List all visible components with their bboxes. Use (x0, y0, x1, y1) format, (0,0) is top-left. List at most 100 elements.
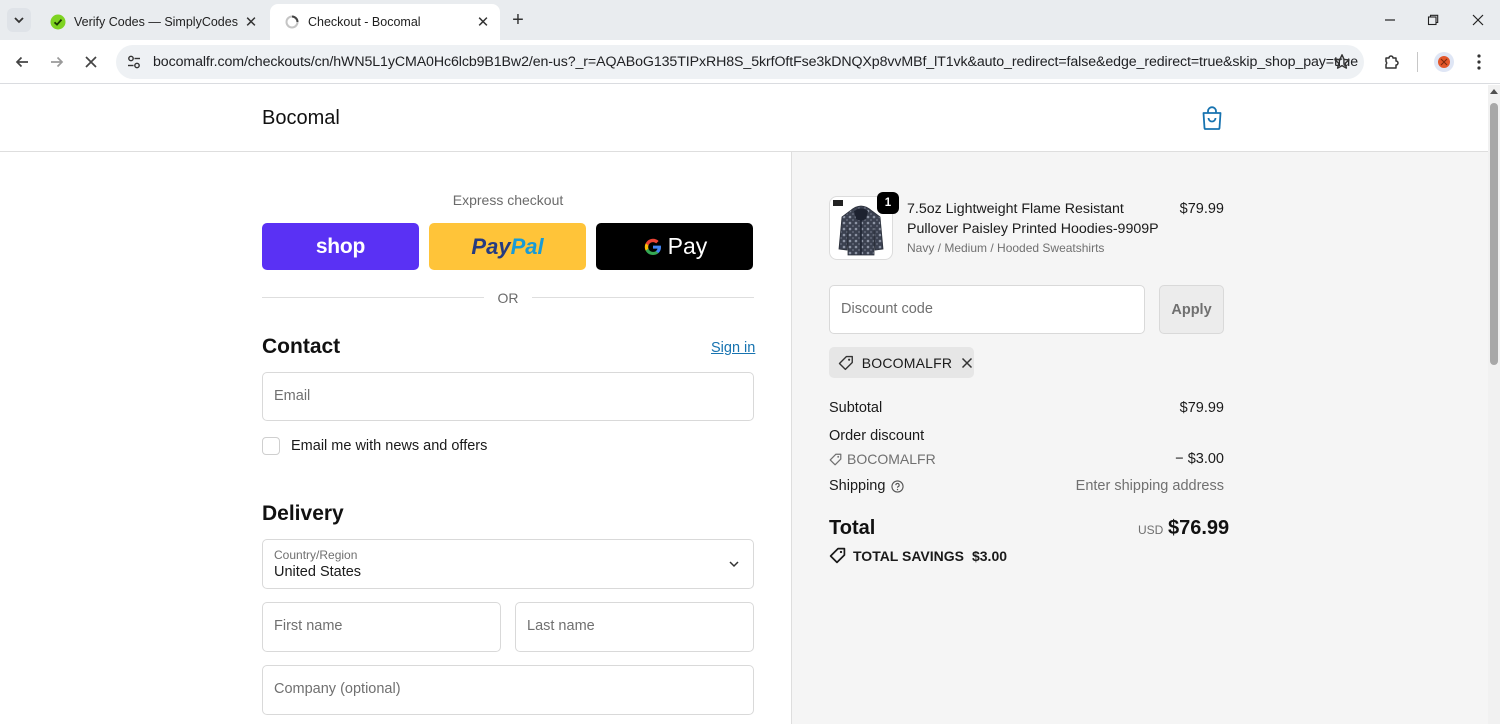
total-savings-value: $3.00 (971, 547, 1008, 564)
restore-window-button[interactable] (1413, 6, 1453, 34)
total-savings-label: TOTAL SAVINGS (853, 547, 964, 564)
newsletter-label: Email me with news and offers (291, 438, 488, 454)
page-scrollbar[interactable] (1488, 85, 1500, 724)
subtotal-value: $79.99 (1179, 400, 1224, 416)
profile-avatar[interactable] (1432, 50, 1456, 74)
scrollbar-thumb[interactable] (1490, 103, 1498, 365)
email-placeholder: Email (274, 388, 311, 404)
product-price: $79.99 (1179, 201, 1224, 217)
newsletter-option[interactable]: Email me with news and offers (262, 436, 487, 456)
tag-icon (838, 355, 853, 370)
first-name-field[interactable]: First name (262, 602, 501, 652)
close-icon (85, 56, 97, 68)
tab-title: Checkout - Bocomal (308, 15, 421, 29)
close-icon (962, 357, 973, 368)
close-window-button[interactable] (1458, 6, 1498, 34)
paypal-label-pay: Pay (471, 233, 511, 259)
order-discount-value: − $3.00 (1175, 451, 1224, 467)
product-variant: Navy / Medium / Hooded Sweatshirts (907, 241, 1105, 255)
company-field[interactable]: Company (optional) (262, 665, 754, 715)
country-value: United States (274, 564, 362, 580)
close-tab-icon[interactable]: ✕ (472, 11, 494, 33)
shipping-label-row: Shipping (829, 478, 905, 494)
total-value: $76.99 (1168, 517, 1230, 539)
loading-spinner-icon (284, 14, 300, 30)
google-pay-button[interactable]: Pay (596, 223, 753, 270)
checkout-page: Bocomal Express checkout shop Pay Pal Pay… (0, 85, 1488, 724)
applied-discount-code: BOCOMALFR (861, 354, 953, 371)
email-field[interactable]: Email (262, 372, 754, 421)
sign-in-link[interactable]: Sign in (711, 340, 755, 356)
scroll-up-arrow-icon[interactable] (1490, 89, 1498, 94)
minimize-window-button[interactable] (1370, 6, 1410, 34)
contact-heading: Contact (262, 335, 341, 358)
apply-discount-button[interactable]: Apply (1159, 285, 1224, 334)
paypal-button[interactable]: Pay Pal (429, 223, 586, 270)
browser-tab-simplycodes[interactable]: Verify Codes — SimplyCodes ✕ (36, 4, 268, 40)
applied-discount-chip: BOCOMALFR (829, 347, 974, 378)
shipping-label: Shipping (829, 478, 886, 494)
first-name-placeholder: First name (274, 618, 343, 634)
subtotal-label: Subtotal (829, 400, 883, 416)
browser-tab-checkout[interactable]: Checkout - Bocomal ✕ (270, 4, 500, 40)
toolbar-divider (1417, 52, 1418, 72)
url-text: bocomalfr.com/checkouts/cn/hWN5L1yCMA0Hc… (153, 54, 1359, 70)
address-bar[interactable]: bocomalfr.com/checkouts/cn/hWN5L1yCMA0Hc… (116, 45, 1364, 79)
remove-discount-button[interactable] (960, 356, 974, 370)
back-button[interactable] (8, 48, 36, 76)
order-discount-code: BOCOMALFR (847, 451, 936, 467)
discount-code-input[interactable]: Discount code (829, 285, 1145, 334)
minimize-icon (1385, 19, 1395, 21)
delivery-heading: Delivery (262, 502, 344, 525)
paypal-label-pal: Pal (510, 233, 544, 259)
simplycodes-favicon-icon (50, 14, 66, 30)
store-logo[interactable]: Bocomal (262, 107, 340, 130)
or-divider: OR (262, 288, 754, 308)
product-name: 7.5oz Lightweight Flame Resistant Pullov… (907, 201, 1159, 237)
last-name-placeholder: Last name (527, 618, 595, 634)
google-pay-label: Pay (667, 233, 708, 259)
restore-icon (1427, 14, 1439, 26)
total-label: Total (829, 517, 876, 539)
stop-loading-button[interactable] (77, 48, 105, 76)
help-circle-icon[interactable] (891, 479, 905, 493)
avatar-icon (1434, 52, 1454, 72)
google-g-icon (644, 238, 661, 255)
browser-menu-button[interactable] (1467, 50, 1491, 74)
chevron-down-icon (14, 17, 24, 24)
country-label: Country/Region (274, 548, 358, 562)
quantity-badge: 1 (877, 192, 899, 214)
tag-icon (829, 547, 846, 564)
tab-title: Verify Codes — SimplyCodes (74, 15, 238, 29)
shopping-bag-icon[interactable] (1200, 105, 1224, 131)
arrow-left-icon (15, 56, 28, 68)
shop-pay-button[interactable]: shop (262, 223, 419, 270)
or-label: OR (497, 290, 519, 306)
shipping-value: Enter shipping address (1075, 478, 1224, 494)
chevron-down-icon (729, 561, 739, 568)
forward-button[interactable] (43, 48, 71, 76)
more-vertical-icon (1477, 54, 1481, 70)
tag-icon (829, 453, 842, 465)
close-tab-icon[interactable]: ✕ (240, 11, 262, 33)
extensions-button[interactable] (1380, 50, 1404, 74)
tab-search-button[interactable] (7, 8, 31, 32)
arrow-right-icon (51, 56, 64, 68)
company-placeholder: Company (optional) (274, 681, 401, 697)
total-currency: USD (1138, 523, 1164, 537)
new-tab-button[interactable]: + (506, 8, 530, 32)
bookmark-star-icon[interactable] (1332, 52, 1352, 72)
shop-pay-label: shop (315, 234, 366, 258)
site-settings-icon[interactable] (124, 52, 144, 72)
total-savings-row: TOTAL SAVINGS $3.00 (829, 547, 1007, 564)
close-icon (1472, 14, 1484, 26)
puzzle-icon (1385, 55, 1399, 69)
country-select[interactable]: Country/Region United States (262, 539, 754, 589)
newsletter-checkbox[interactable] (262, 437, 280, 455)
browser-toolbar: bocomalfr.com/checkouts/cn/hWN5L1yCMA0Hc… (0, 40, 1500, 84)
discount-code-placeholder: Discount code (841, 301, 933, 317)
site-header: Bocomal (0, 85, 1488, 152)
order-discount-label: Order discount (829, 428, 925, 444)
last-name-field[interactable]: Last name (515, 602, 754, 652)
order-discount-code-row: BOCOMALFR (829, 451, 936, 467)
